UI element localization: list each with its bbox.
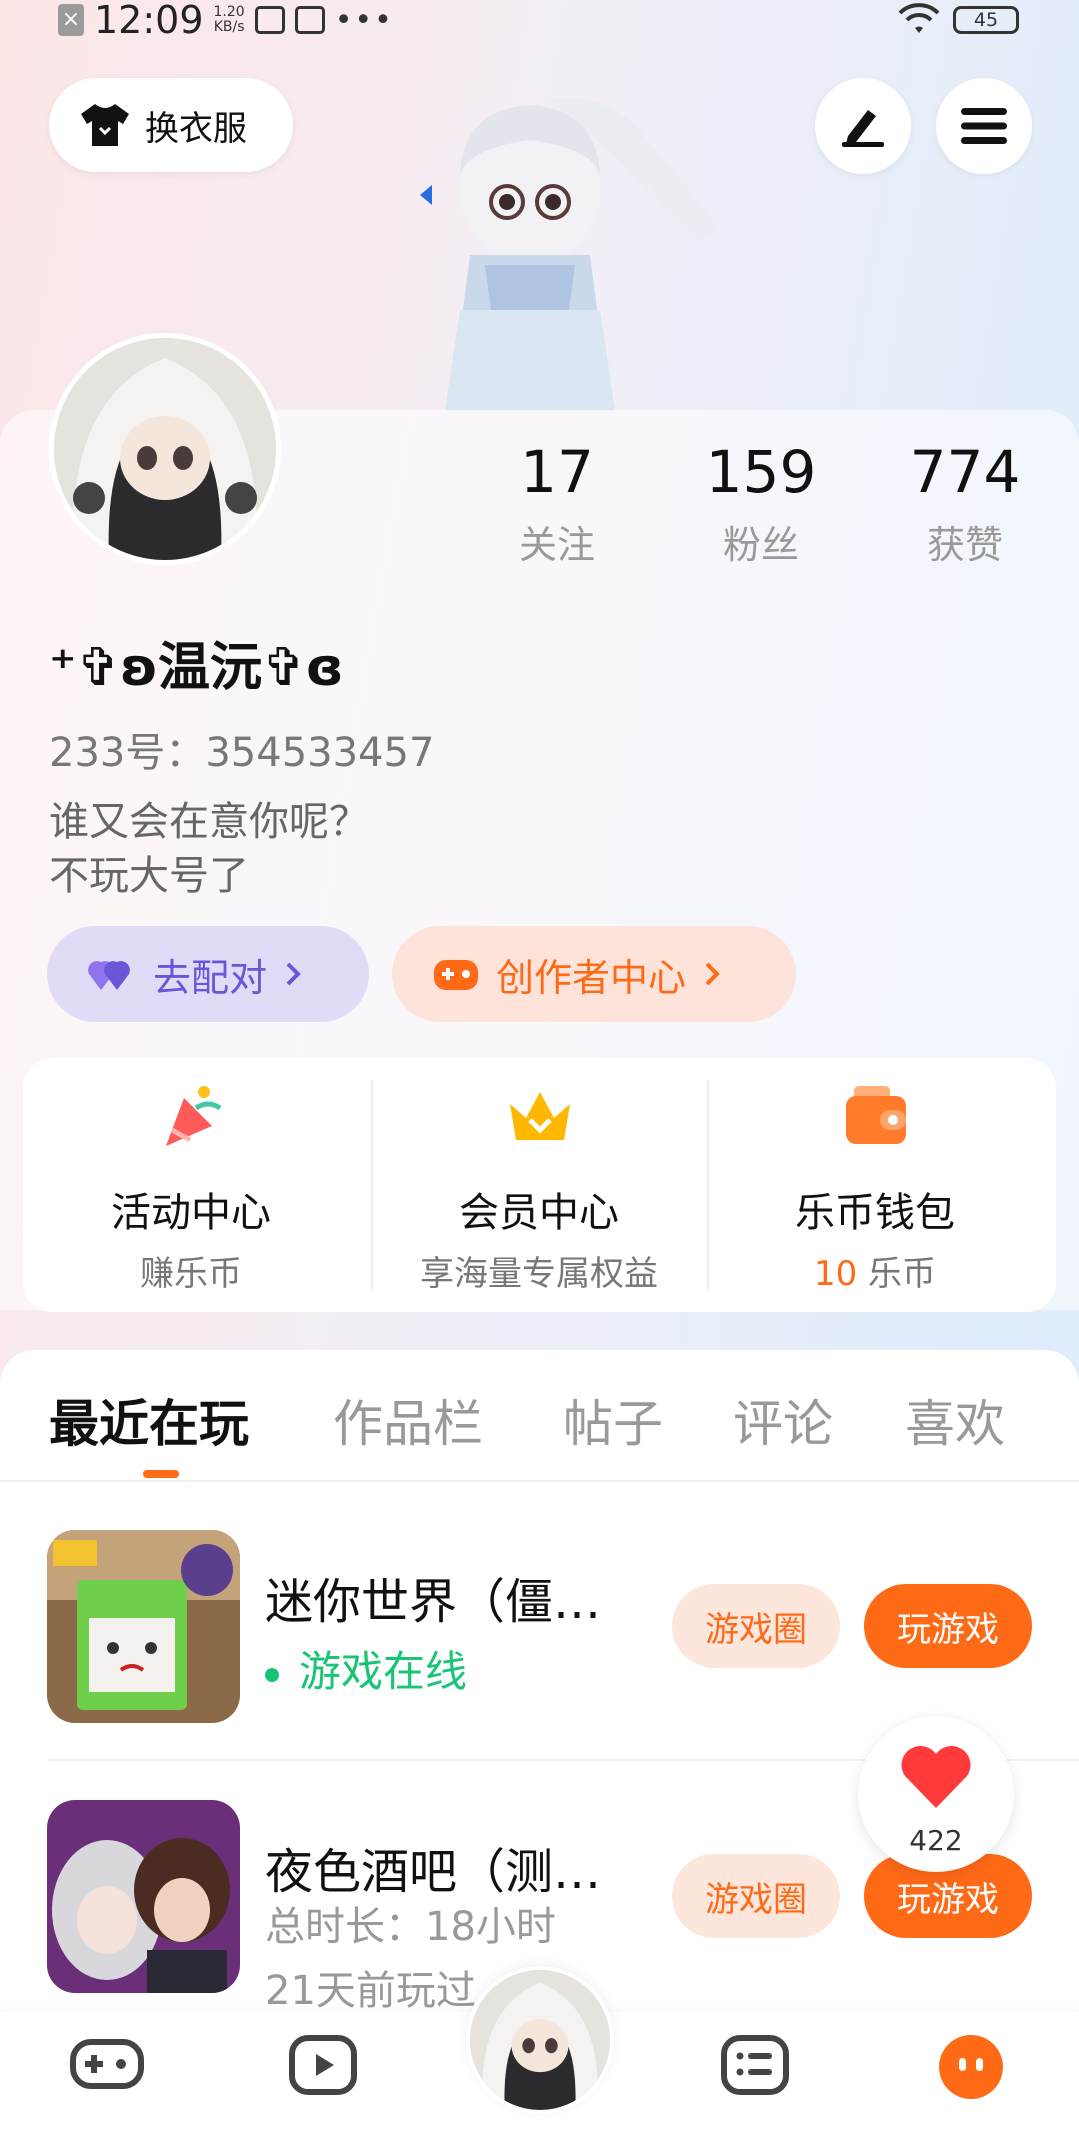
game-status: 游戏在线 bbox=[265, 1638, 467, 1699]
hearts-icon bbox=[88, 961, 130, 990]
chevron-right-icon bbox=[705, 962, 720, 986]
match-label: 去配对 bbox=[153, 955, 268, 1000]
game-name: 夜色酒吧（测… bbox=[265, 1844, 602, 1900]
game-circle-button[interactable]: 游戏圈 bbox=[672, 1854, 840, 1938]
followers-count: 159 bbox=[705, 438, 817, 506]
creator-center-button[interactable]: 创作者中心 bbox=[392, 926, 796, 1022]
play-duration: 总时长：18小时 bbox=[265, 1904, 556, 1950]
vip-center-title: 会员中心 bbox=[459, 1190, 619, 1236]
nav-video[interactable] bbox=[283, 2034, 363, 2104]
user-bio: 谁又会在意你呢？ 不玩大号了 bbox=[49, 795, 369, 903]
crown-icon bbox=[510, 1092, 570, 1140]
stat-likes[interactable]: 774 获赞 bbox=[880, 440, 1050, 569]
profile-avatar[interactable] bbox=[49, 333, 281, 565]
vip-center-subtitle: 享海量专属权益 bbox=[420, 1254, 658, 1294]
username: ⁺✞ʚ温沅✞ɞ bbox=[49, 638, 344, 698]
gamepad-nav-icon bbox=[70, 2039, 144, 2089]
avatar-image bbox=[54, 338, 276, 560]
edit-profile-button[interactable] bbox=[815, 78, 911, 174]
nav-avatar-image bbox=[470, 1970, 610, 2110]
likes-label: 获赞 bbox=[926, 523, 1003, 567]
game-icon-night-bar bbox=[47, 1800, 240, 1993]
tab-comments[interactable]: 评论 bbox=[733, 1384, 833, 1456]
heart-icon bbox=[901, 1745, 971, 1808]
wallet-icon bbox=[846, 1086, 906, 1144]
gamepad-icon bbox=[434, 960, 478, 990]
network-speed: 1.20 KB/s bbox=[213, 4, 245, 35]
status-bar: × 12:09 1.20 KB/s ••• 45 bbox=[0, 0, 1079, 42]
following-count: 17 bbox=[520, 438, 594, 506]
user-id: 233号：354533457 bbox=[49, 730, 435, 776]
wallet-currency: 乐币 bbox=[868, 1254, 937, 1294]
wallet-title: 乐币钱包 bbox=[795, 1190, 955, 1236]
list-nav-icon bbox=[721, 2035, 789, 2095]
status-right: 45 bbox=[897, 0, 1019, 40]
menu-button[interactable] bbox=[936, 78, 1032, 174]
play-circle-nav-icon bbox=[289, 2035, 357, 2095]
followers-label: 粉丝 bbox=[722, 523, 799, 567]
stat-followers[interactable]: 159 粉丝 bbox=[676, 440, 846, 569]
avatar-image bbox=[470, 1970, 610, 2110]
game-status-text: 游戏在线 bbox=[299, 1647, 468, 1696]
tshirt-icon bbox=[81, 104, 129, 146]
tab-likes[interactable]: 喜欢 bbox=[905, 1384, 1005, 1456]
wallet-entry[interactable]: 乐币钱包 10 乐币 bbox=[707, 1058, 1043, 1312]
nav-find-games[interactable] bbox=[715, 2034, 795, 2104]
floating-like-button[interactable]: 422 bbox=[858, 1716, 1014, 1872]
nav-center-avatar[interactable] bbox=[466, 1966, 614, 2114]
chevron-right-icon bbox=[286, 962, 301, 986]
activity-center-entry[interactable]: 活动中心 赚乐币 bbox=[23, 1058, 359, 1312]
nav-home[interactable] bbox=[67, 2034, 147, 2104]
avatar-character-illustration[interactable] bbox=[400, 80, 730, 410]
me-nav-icon bbox=[939, 2035, 1003, 2099]
active-tab-indicator bbox=[143, 1470, 179, 1478]
battery-indicator: 45 bbox=[953, 6, 1019, 34]
party-popper-icon bbox=[166, 1086, 222, 1146]
game-circle-button[interactable]: 游戏圈 bbox=[672, 1584, 840, 1668]
nav-me[interactable] bbox=[931, 2034, 1011, 2104]
activity-center-title: 活动中心 bbox=[111, 1190, 271, 1236]
tab-works[interactable]: 作品栏 bbox=[333, 1384, 483, 1456]
tab-recently-played[interactable]: 最近在玩 bbox=[49, 1384, 249, 1456]
status-left: × 12:09 1.20 KB/s ••• bbox=[58, 0, 394, 42]
bio-line: 不玩大号了 bbox=[49, 853, 249, 899]
pencil-icon bbox=[842, 110, 884, 147]
clock: 12:09 bbox=[94, 0, 204, 42]
likes-count: 774 bbox=[909, 438, 1021, 506]
hamburger-menu-icon bbox=[961, 108, 1007, 144]
more-notifications-icon: ••• bbox=[334, 2, 394, 38]
vip-center-entry[interactable]: 会员中心 享海量专属权益 bbox=[371, 1058, 707, 1312]
game-name: 迷你世界（僵… bbox=[265, 1574, 602, 1630]
following-label: 关注 bbox=[518, 523, 595, 567]
tab-posts[interactable]: 帖子 bbox=[563, 1384, 663, 1456]
creator-center-label: 创作者中心 bbox=[496, 955, 687, 1000]
change-outfit-button[interactable]: 换衣服 bbox=[49, 78, 293, 172]
stat-following[interactable]: 17 关注 bbox=[472, 440, 642, 569]
match-button[interactable]: 去配对 bbox=[47, 926, 369, 1022]
wallet-balance: 10 bbox=[813, 1254, 858, 1294]
activity-center-subtitle: 赚乐币 bbox=[140, 1254, 242, 1294]
quick-access-card: 活动中心 赚乐币 会员中心 享海量专属权益 乐币钱包 10 乐币 bbox=[23, 1058, 1056, 1312]
play-game-button[interactable]: 玩游戏 bbox=[864, 1584, 1032, 1668]
like-count: 422 bbox=[909, 1824, 963, 1857]
wifi-icon bbox=[898, 3, 940, 33]
bus-icon bbox=[254, 6, 285, 34]
change-outfit-label: 换衣服 bbox=[145, 108, 247, 149]
bio-line: 谁又会在意你呢？ bbox=[49, 799, 369, 845]
wallet-subtitle: 10 乐币 bbox=[707, 1246, 1043, 1295]
shopping-icon bbox=[294, 6, 325, 34]
online-dot-icon bbox=[265, 1667, 279, 1682]
game-icon-mini-world bbox=[47, 1530, 240, 1723]
profile-tabs: 最近在玩 作品栏 帖子 评论 喜欢 bbox=[0, 1350, 1079, 1482]
notification-x-icon: × bbox=[58, 4, 84, 36]
